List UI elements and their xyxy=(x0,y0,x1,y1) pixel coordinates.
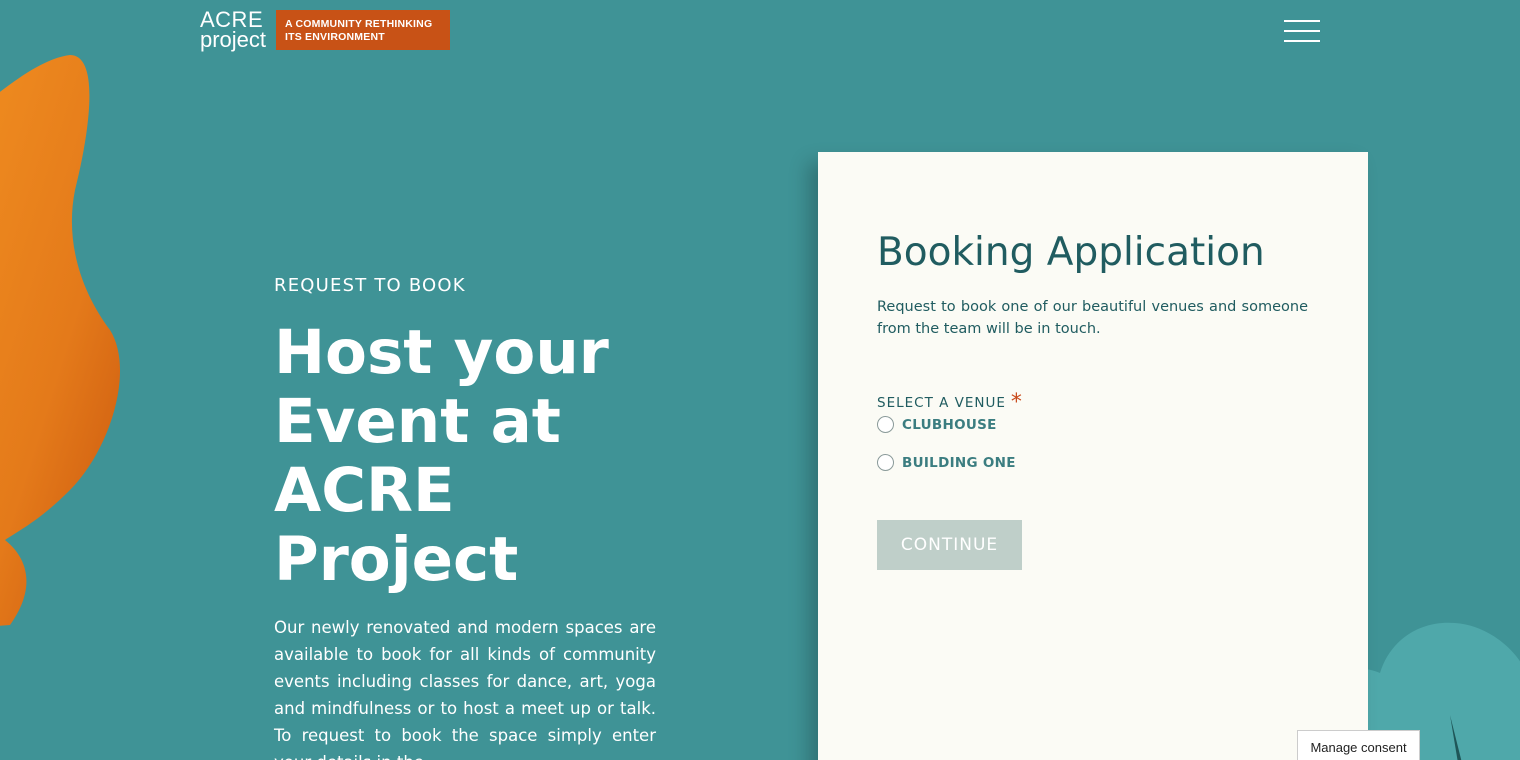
venue-option-clubhouse[interactable]: CLUBHOUSE xyxy=(877,416,997,433)
site-header: ACRE project A COMMUNITY RETHINKING ITS … xyxy=(0,0,1520,70)
logo-tagline: A COMMUNITY RETHINKING ITS ENVIRONMENT xyxy=(276,10,450,50)
venue-option-building-one[interactable]: BUILDING ONE xyxy=(877,454,1016,471)
continue-button[interactable]: CONTINUE xyxy=(877,520,1022,570)
menu-line xyxy=(1284,40,1320,42)
logo-line-2: project xyxy=(200,27,267,52)
venue-option-label: CLUBHOUSE xyxy=(902,416,997,433)
acre-logo[interactable]: ACRE project A COMMUNITY RETHINKING ITS … xyxy=(200,9,450,51)
venue-field-label: SELECT A VENUE * xyxy=(877,388,1023,415)
venue-label-text: SELECT A VENUE xyxy=(877,395,1006,411)
hamburger-menu-icon[interactable] xyxy=(1284,20,1320,42)
required-asterisk: * xyxy=(1010,390,1023,415)
clubhouse-radio[interactable] xyxy=(877,416,894,433)
manage-consent-button[interactable]: Manage consent xyxy=(1297,730,1420,760)
booking-form-card: Booking Application Request to book one … xyxy=(818,152,1368,760)
menu-line xyxy=(1284,20,1320,22)
form-description: Request to book one of our beautiful ven… xyxy=(877,299,1308,337)
hero-eyebrow: REQUEST TO BOOK xyxy=(274,275,466,296)
menu-line xyxy=(1284,30,1320,32)
hero-title: Host your Event at ACRE Project xyxy=(274,317,609,595)
form-title: Booking Application xyxy=(877,230,1265,275)
venue-option-label: BUILDING ONE xyxy=(902,454,1016,471)
logo-wordmark: ACRE project xyxy=(200,9,272,51)
building-one-radio[interactable] xyxy=(877,454,894,471)
decorative-orange-blob xyxy=(0,55,120,626)
hero-description: Our newly renovated and modern spaces ar… xyxy=(274,618,656,760)
